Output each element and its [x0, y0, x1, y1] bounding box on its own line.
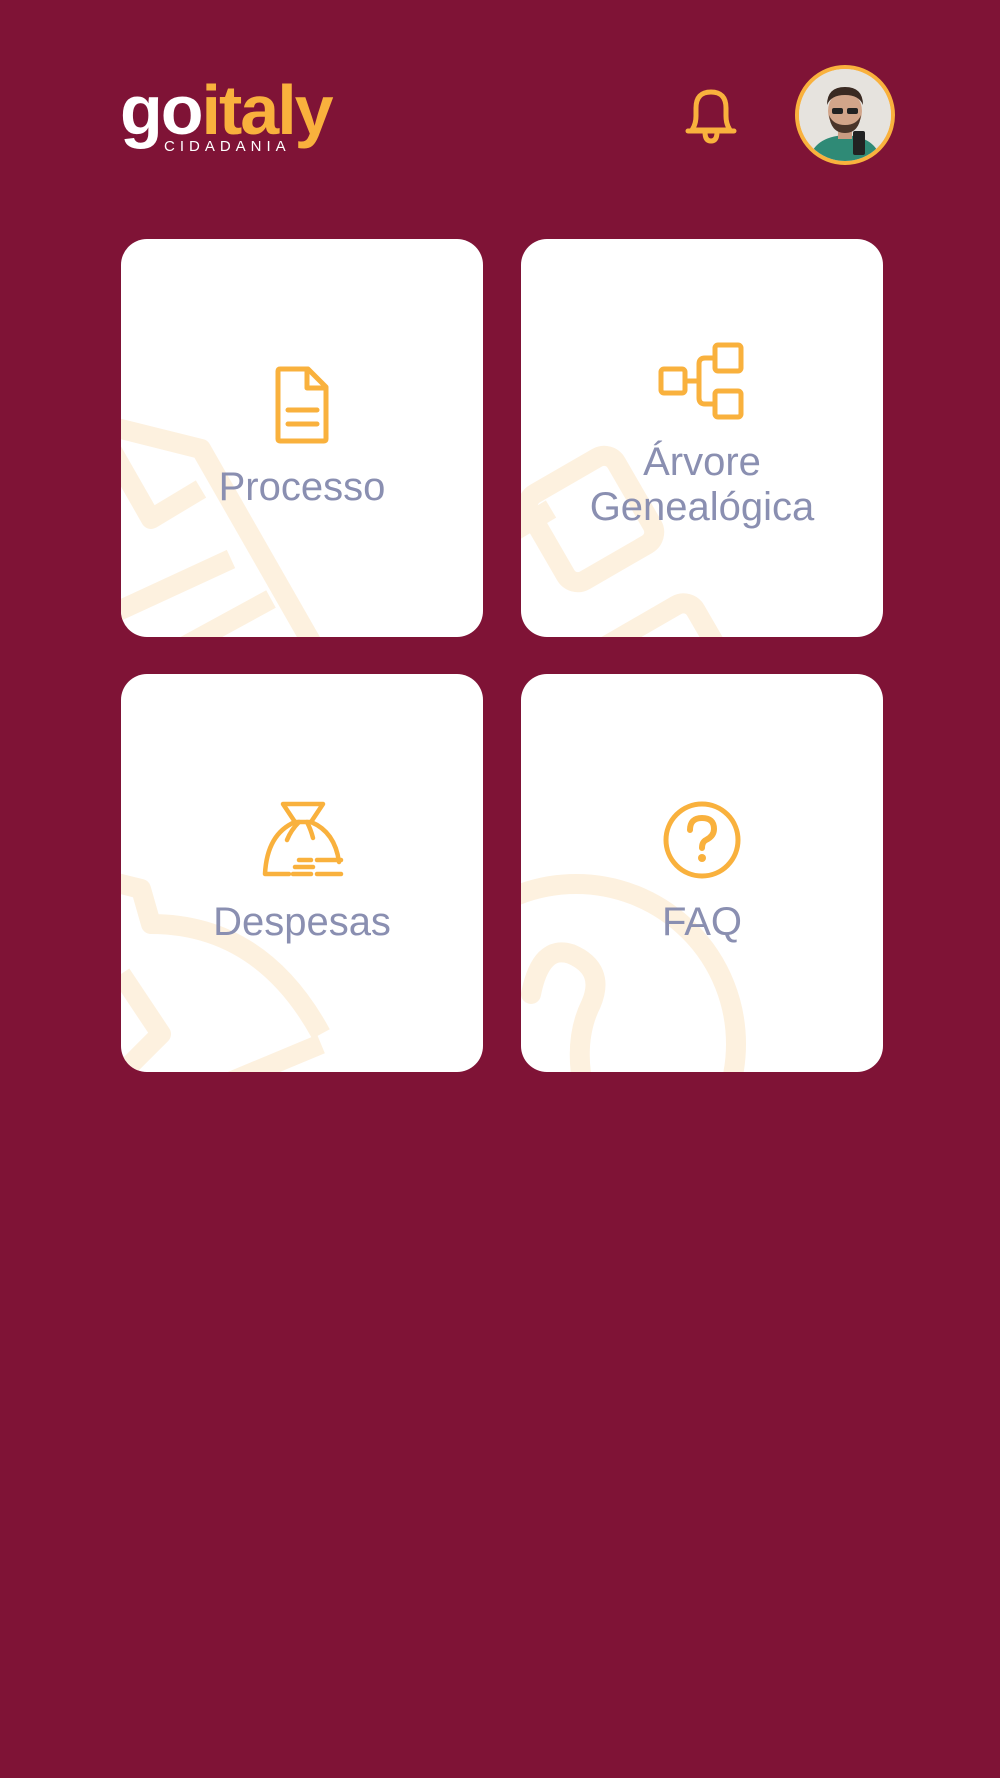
menu-grid: Processo Árvore Genealógica Despesas FAQ [121, 239, 883, 1072]
goitaly-logo: goitaly CIDADANIA [120, 70, 340, 160]
avatar[interactable] [795, 65, 895, 165]
family-tree-icon [658, 342, 744, 420]
menu-card-despesas[interactable]: Despesas [121, 674, 483, 1072]
document-icon [275, 366, 329, 444]
bell-icon[interactable] [678, 82, 744, 148]
menu-card-label-line2: Genealógica [589, 485, 815, 529]
logo-subtitle: CIDADANIA [164, 138, 291, 155]
money-bag-icon [262, 801, 344, 877]
menu-card-arvore-genealogica[interactable]: Árvore Genealógica [521, 239, 883, 637]
menu-card-faq[interactable]: FAQ [521, 674, 883, 1072]
menu-card-processo[interactable]: Processo [121, 239, 483, 637]
question-circle-icon [663, 801, 741, 879]
family-tree-watermark-icon [521, 445, 744, 637]
menu-card-label: Despesas [213, 900, 391, 944]
menu-card-label: Processo [218, 465, 386, 509]
menu-card-label: FAQ [661, 900, 743, 944]
app-header: goitaly CIDADANIA [0, 0, 1000, 200]
menu-card-label-line1: Árvore [643, 440, 761, 484]
